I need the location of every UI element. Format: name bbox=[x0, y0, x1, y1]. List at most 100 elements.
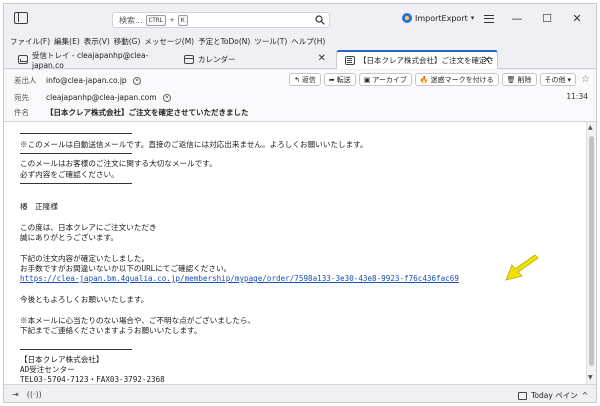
archive-icon: ▣ bbox=[363, 75, 371, 84]
subject-row: 件名 【日本クレア株式会社】ご注文を確定させていただきました bbox=[14, 107, 249, 118]
tab-message-label: 【日本クレア株式会社】ご注文を確定さ bbox=[359, 56, 494, 65]
subject-label: 件名 bbox=[14, 108, 29, 117]
search-icon[interactable] bbox=[315, 15, 325, 25]
menu-tools[interactable]: ツール(T) bbox=[254, 34, 291, 49]
reply-icon: ↰ bbox=[293, 75, 300, 84]
chevron-up-icon: ^ bbox=[581, 391, 588, 400]
star-icon[interactable]: ☆ bbox=[579, 73, 590, 86]
forward-icon: ➦ bbox=[328, 75, 335, 84]
reply-label: 返信 bbox=[301, 75, 316, 84]
sync-icon[interactable]: ⇥ bbox=[12, 390, 19, 399]
message-time: 11:34 bbox=[566, 92, 588, 101]
minimize-button[interactable]: — bbox=[510, 12, 524, 25]
archive-label: アーカイブ bbox=[372, 75, 407, 84]
title-bar: 検索... CTRL + K ImportExport ▾ — ☐ ✕ bbox=[4, 4, 596, 34]
wifi-icon: ((·)) bbox=[26, 390, 42, 399]
today-pane-label: Today ペイン bbox=[531, 391, 578, 400]
search-placeholder: 検索... bbox=[119, 15, 143, 25]
status-bar: ⇥ ((·)) Today ペイン ^ bbox=[4, 384, 596, 402]
to-address[interactable]: cleajapanhp@clea-japan.com bbox=[46, 93, 157, 102]
to-row: 宛先 cleajapanhp@clea-japan.com bbox=[14, 92, 171, 103]
note-line-2: 下記までご連絡くださいますようお願いいたします。 bbox=[20, 326, 202, 335]
tab-strip: 受信トレイ - cleajapanhp@clea-japan.co カレンダー … bbox=[4, 49, 596, 70]
from-address[interactable]: info@clea-japan.co.jp bbox=[46, 76, 127, 85]
tel-fax: TEL03-5704-7123・FAX03-3792-2368 bbox=[20, 375, 165, 384]
menu-help[interactable]: ヘルプ(H) bbox=[291, 34, 329, 49]
to-label: 宛先 bbox=[14, 93, 29, 102]
junk-icon: 🔥 bbox=[419, 75, 429, 84]
menu-go[interactable]: 移動(G) bbox=[114, 34, 145, 49]
divider bbox=[20, 183, 132, 184]
chevron-down-icon: ▾ bbox=[470, 14, 475, 22]
thunderbird-window: 検索... CTRL + K ImportExport ▾ — ☐ ✕ ファイル… bbox=[3, 3, 597, 403]
forward-label: 転送 bbox=[336, 75, 351, 84]
menu-file[interactable]: ファイル(F) bbox=[10, 34, 54, 49]
menu-edit[interactable]: 編集(E) bbox=[54, 34, 84, 49]
sidebar-toggle-icon[interactable] bbox=[14, 12, 28, 24]
status-left: ⇥ ((·)) bbox=[12, 390, 42, 399]
tab-inbox-label: 受信トレイ - cleajapanhp@clea-japan.co bbox=[32, 50, 149, 70]
contact-icon[interactable] bbox=[162, 93, 171, 102]
archive-button[interactable]: ▣ アーカイブ bbox=[358, 73, 412, 86]
close-tab-calendar-icon[interactable]: ✕ bbox=[318, 53, 326, 64]
tab-message[interactable]: 【日本クレア株式会社】ご注文を確定さ ✕ bbox=[336, 50, 498, 69]
thanks-line-1: この度は、日本クレアにご注文いただき bbox=[20, 223, 157, 232]
auto-send-notice: ※このメールは自動送信メールです。直接のご返信には対応出来ません。よろしくお願い… bbox=[20, 140, 368, 149]
reply-button[interactable]: ↰ 返信 bbox=[288, 73, 321, 86]
contact-icon[interactable] bbox=[132, 76, 141, 85]
shortcut-key-ctrl: CTRL bbox=[145, 14, 167, 26]
more-button[interactable]: その他 ▾ bbox=[539, 73, 577, 86]
delete-button[interactable]: 🗑 削除 bbox=[501, 73, 537, 86]
from-label: 差出人 bbox=[14, 76, 37, 85]
menu-events-tasks[interactable]: 予定とToDo(N) bbox=[198, 34, 254, 49]
message-actions: ↰ 返信 ➦ 転送 ▣ アーカイブ 🔥 迷惑マークを付ける 🗑 削除 その他 ▾ ☆ bbox=[288, 73, 590, 86]
junk-label: 迷惑マークを付ける bbox=[430, 75, 494, 84]
menu-view[interactable]: 表示(V) bbox=[84, 34, 114, 49]
important-notice-line-1: このメールはお客様のご注文に関する大切なメールです。 bbox=[20, 159, 217, 168]
tab-inbox[interactable]: 受信トレイ - cleajapanhp@clea-japan.co bbox=[10, 50, 174, 70]
menu-message[interactable]: メッセージ(M) bbox=[144, 34, 198, 49]
order-link[interactable]: https://clea-japan.bm.4qualia.co.jp/memb… bbox=[20, 274, 459, 284]
company-name: 【日本クレア株式会社】 bbox=[20, 355, 104, 364]
message-body: ※このメールは自動送信メールです。直接のご返信には対応出来ません。よろしくお願い… bbox=[4, 122, 588, 384]
shortcut-key-k: K bbox=[177, 14, 188, 26]
calendar-icon bbox=[518, 391, 528, 400]
divider bbox=[20, 153, 132, 154]
import-export-button[interactable]: ImportExport ▾ bbox=[402, 13, 474, 23]
thanks-line-2: 誠にありがとうございます。 bbox=[20, 233, 118, 242]
tab-calendar[interactable]: カレンダー ✕ bbox=[176, 50, 332, 69]
junk-button[interactable]: 🔥 迷惑マークを付ける bbox=[414, 73, 499, 86]
today-pane-toggle[interactable]: Today ペイン ^ bbox=[518, 390, 588, 401]
confirm-line-2: お手数ですがお間違いないか以下のURLにてご確認ください。 bbox=[20, 264, 232, 273]
delete-label: 削除 bbox=[517, 75, 532, 84]
scroll-down-icon[interactable]: ▼ bbox=[588, 374, 593, 381]
menu-bar: ファイル(F) 編集(E) 表示(V) 移動(G) メッセージ(M) 予定とTo… bbox=[4, 34, 596, 49]
subject-text: 【日本クレア株式会社】ご注文を確定させていただきました bbox=[46, 108, 249, 117]
chevron-down-icon: ▾ bbox=[567, 75, 572, 84]
shortcut-plus: + bbox=[169, 16, 175, 24]
global-search-input[interactable]: 検索... CTRL + K bbox=[112, 12, 330, 28]
app-menu-icon[interactable] bbox=[484, 15, 494, 23]
department-name: AD受注センター bbox=[20, 365, 75, 374]
forward-button[interactable]: ➦ 転送 bbox=[323, 73, 356, 86]
scrollbar-thumb[interactable] bbox=[589, 136, 594, 366]
from-row: 差出人 info@clea-japan.co.jp bbox=[14, 75, 141, 86]
message-scrollbar[interactable]: ▲ ▼ bbox=[586, 122, 596, 384]
inbox-icon bbox=[18, 55, 28, 64]
annotation-arrow-icon bbox=[505, 255, 539, 281]
confirm-line-1: 下記の注文内容が確定いたしました。 bbox=[20, 254, 150, 263]
trash-icon: 🗑 bbox=[506, 75, 516, 84]
more-label: その他 bbox=[544, 75, 566, 84]
import-export-icon bbox=[402, 13, 412, 23]
close-tab-message-icon[interactable]: ✕ bbox=[483, 55, 491, 66]
maximize-button[interactable]: ☐ bbox=[540, 12, 554, 25]
addressee: 椿 正隆様 bbox=[20, 202, 58, 211]
divider bbox=[20, 349, 132, 350]
calendar-icon bbox=[184, 55, 194, 64]
close-window-button[interactable]: ✕ bbox=[570, 12, 584, 25]
divider bbox=[20, 133, 132, 134]
regards-line: 今後ともよろしくお願いいたします。 bbox=[20, 295, 149, 304]
message-header: 差出人 info@clea-japan.co.jp ↰ 返信 ➦ 転送 ▣ アーカイブ… bbox=[4, 70, 596, 122]
mail-icon bbox=[345, 56, 355, 65]
scroll-up-icon[interactable]: ▲ bbox=[588, 124, 593, 131]
